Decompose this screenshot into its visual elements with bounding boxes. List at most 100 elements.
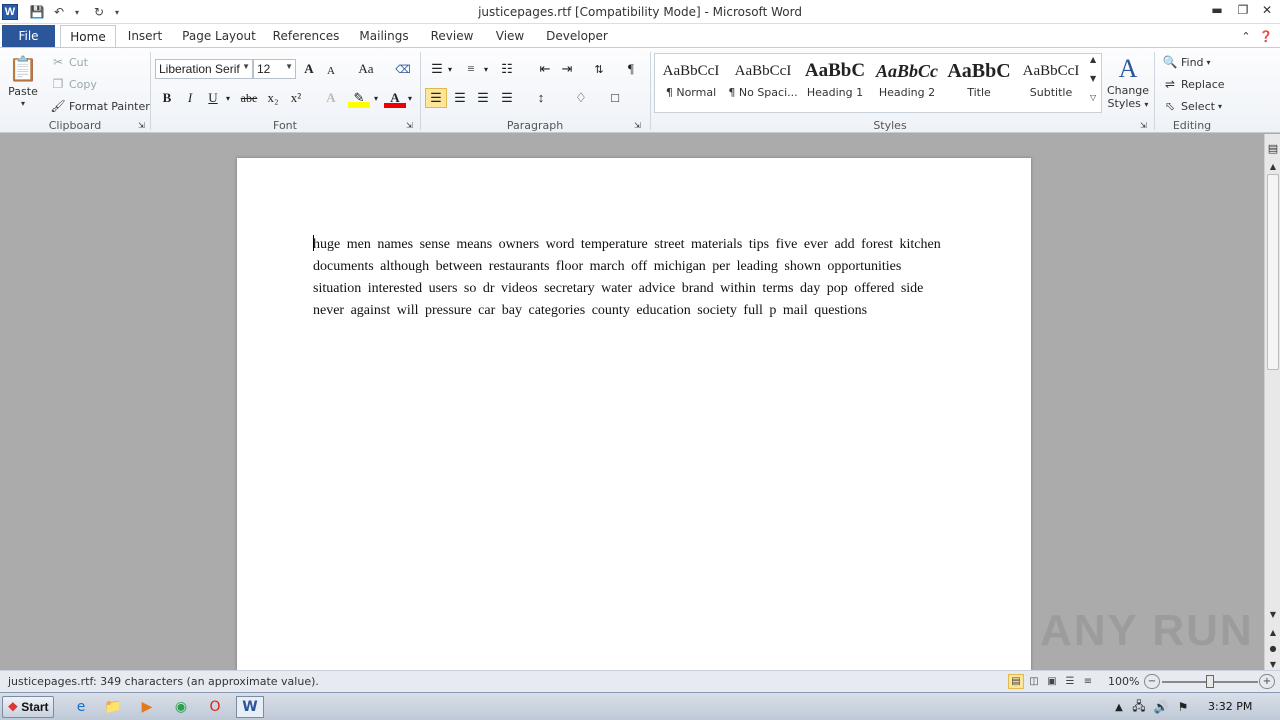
chevron-up-icon[interactable]: ▲ — [1090, 55, 1096, 64]
ruler-toggle-icon[interactable]: ▤ — [1265, 140, 1280, 156]
style-heading-1[interactable]: AaBbC Heading 1 — [800, 56, 870, 108]
shrink-font-button[interactable]: A — [320, 61, 342, 81]
zoom-slider-thumb[interactable] — [1206, 675, 1214, 688]
underline-button[interactable]: U — [202, 88, 224, 108]
zoom-out-icon[interactable]: − — [1144, 674, 1160, 689]
tab-file[interactable]: File — [2, 25, 55, 47]
document-body[interactable]: huge men names sense means owners word t… — [313, 234, 953, 322]
tray-expand-icon[interactable]: ▲ — [1108, 696, 1130, 718]
style-subtitle[interactable]: AaBbCcI Subtitle — [1016, 56, 1086, 108]
underline-dropdown-icon[interactable]: ▾ — [222, 88, 234, 108]
chevron-down-icon[interactable]: ▼ — [1090, 74, 1096, 83]
undo-icon[interactable]: ↶ — [50, 3, 68, 21]
sort-icon[interactable]: ⇅ — [588, 59, 610, 79]
style-heading-2[interactable]: AaBbCc Heading 2 — [872, 56, 942, 108]
font-size-combo[interactable]: 12 ▼ — [253, 59, 296, 79]
web-layout-icon[interactable]: ▣ — [1044, 674, 1060, 689]
decrease-indent-icon[interactable]: ⇤ — [534, 59, 556, 79]
restore-button[interactable]: ❐ — [1234, 2, 1252, 18]
gallery-scroll[interactable]: ▲ ▼ ▽ — [1090, 55, 1096, 115]
tab-page-layout[interactable]: Page Layout — [180, 25, 258, 47]
font-color-dropdown-icon[interactable]: ▾ — [404, 88, 416, 108]
find-button[interactable]: 🔍 Find ▾ — [1162, 54, 1211, 70]
borders-icon[interactable]: □ — [604, 88, 626, 108]
minimize-button[interactable]: ▬ — [1208, 2, 1226, 18]
vertical-scrollbar[interactable]: ▤ ▲ ▼ ▲ ● ▼ — [1264, 134, 1280, 670]
tab-mailings[interactable]: Mailings — [354, 25, 414, 47]
format-painter-button[interactable]: 🖌 Format Painter — [50, 98, 149, 114]
browse-object-icon[interactable]: ● — [1265, 640, 1280, 656]
align-right-icon[interactable]: ☰ — [472, 88, 494, 108]
word-icon[interactable]: W — [2, 4, 18, 20]
document-page[interactable]: huge men names sense means owners word t… — [237, 158, 1031, 670]
full-screen-reading-icon[interactable]: ◫ — [1026, 674, 1042, 689]
taskbar-clock[interactable]: 3:32 PM — [1208, 700, 1252, 713]
show-formatting-icon[interactable]: ¶ — [620, 59, 642, 79]
numbering-icon[interactable]: ≡ — [460, 59, 482, 79]
font-name-combo[interactable]: Liberation Serif ▼ — [155, 59, 253, 79]
highlight-dropdown-icon[interactable]: ▾ — [370, 88, 382, 108]
gallery-more-icon[interactable]: ▽ — [1090, 93, 1096, 102]
strikethrough-button[interactable]: abe — [238, 88, 260, 108]
scroll-down-arrow[interactable]: ▼ — [1265, 606, 1280, 622]
replace-button[interactable]: ⇌ Replace — [1162, 76, 1225, 92]
numbering-dropdown-icon[interactable]: ▾ — [480, 59, 492, 79]
clipboard-launcher-icon[interactable]: ⇲ — [138, 121, 145, 130]
line-spacing-icon[interactable]: ↕ — [530, 88, 552, 108]
bullets-dropdown-icon[interactable]: ▾ — [444, 59, 456, 79]
grow-font-button[interactable]: A — [298, 59, 320, 79]
paste-button[interactable]: 📋 Paste ▾ — [8, 54, 38, 108]
close-button[interactable]: ✕ — [1258, 2, 1276, 18]
style-title[interactable]: AaBbC Title — [944, 56, 1014, 108]
font-launcher-icon[interactable]: ⇲ — [406, 121, 413, 130]
clear-formatting-icon[interactable]: ⌫ — [392, 59, 414, 79]
style-no-spacing[interactable]: AaBbCcI ¶ No Spaci... — [728, 56, 798, 108]
font-color-icon[interactable]: A — [384, 88, 406, 108]
word-taskbar-button[interactable]: W — [236, 696, 264, 718]
tab-home[interactable]: Home — [60, 25, 116, 47]
save-icon[interactable]: 💾 — [28, 3, 46, 21]
chrome-icon[interactable]: ◉ — [170, 696, 192, 718]
subscript-button[interactable]: x₂ — [262, 88, 284, 108]
align-left-icon[interactable]: ☰ — [425, 88, 447, 108]
minimize-ribbon-icon[interactable]: ⌃ — [1238, 25, 1254, 47]
redo-icon[interactable]: ↻ — [90, 3, 108, 21]
cut-button[interactable]: ✂ Cut — [50, 54, 88, 70]
increase-indent-icon[interactable]: ⇥ — [556, 59, 578, 79]
scroll-thumb[interactable] — [1267, 174, 1279, 370]
align-center-icon[interactable]: ☰ — [449, 88, 471, 108]
text-effects-icon[interactable]: A — [320, 88, 342, 108]
multilevel-list-icon[interactable]: ☷ — [496, 59, 518, 79]
tab-review[interactable]: Review — [426, 25, 478, 47]
undo-dropdown-icon[interactable]: ▾ — [68, 3, 86, 21]
outline-view-icon[interactable]: ☰ — [1062, 674, 1078, 689]
change-styles-button[interactable]: A Change Styles ▾ — [1106, 54, 1150, 110]
file-explorer-icon[interactable]: 📁 — [102, 696, 124, 718]
select-button[interactable]: ⬁ Select ▾ — [1162, 98, 1222, 114]
justify-icon[interactable]: ☰ — [496, 88, 518, 108]
media-player-icon[interactable]: ▶ — [136, 696, 158, 718]
copy-button[interactable]: ❐ Copy — [50, 76, 97, 92]
italic-button[interactable]: I — [179, 88, 201, 108]
customize-qat-icon[interactable]: ▾ — [108, 3, 126, 21]
network-icon[interactable]: 🖧 — [1128, 696, 1150, 718]
tab-references[interactable]: References — [270, 25, 342, 47]
document-area[interactable]: huge men names sense means owners word t… — [0, 134, 1264, 670]
change-case-button[interactable]: Aa — [352, 59, 380, 79]
scroll-up-arrow[interactable]: ▲ — [1265, 158, 1280, 174]
zoom-in-icon[interactable]: + — [1259, 674, 1275, 689]
paragraph-launcher-icon[interactable]: ⇲ — [634, 121, 641, 130]
zoom-level[interactable]: 100% — [1108, 675, 1139, 688]
help-icon[interactable]: ❓ — [1258, 25, 1274, 47]
opera-icon[interactable]: O — [204, 696, 226, 718]
tab-insert[interactable]: Insert — [122, 25, 168, 47]
draft-view-icon[interactable]: ≡ — [1080, 674, 1096, 689]
style-normal[interactable]: AaBbCcI ¶ Normal — [656, 56, 726, 108]
document-text[interactable]: huge men names sense means owners word t… — [313, 237, 941, 318]
action-center-flag-icon[interactable]: ⚑ — [1172, 696, 1194, 718]
tab-view[interactable]: View — [490, 25, 530, 47]
highlight-icon[interactable]: ✎ — [348, 88, 370, 108]
superscript-button[interactable]: x² — [285, 88, 307, 108]
tab-developer[interactable]: Developer — [542, 25, 612, 47]
bold-button[interactable]: B — [156, 88, 178, 108]
